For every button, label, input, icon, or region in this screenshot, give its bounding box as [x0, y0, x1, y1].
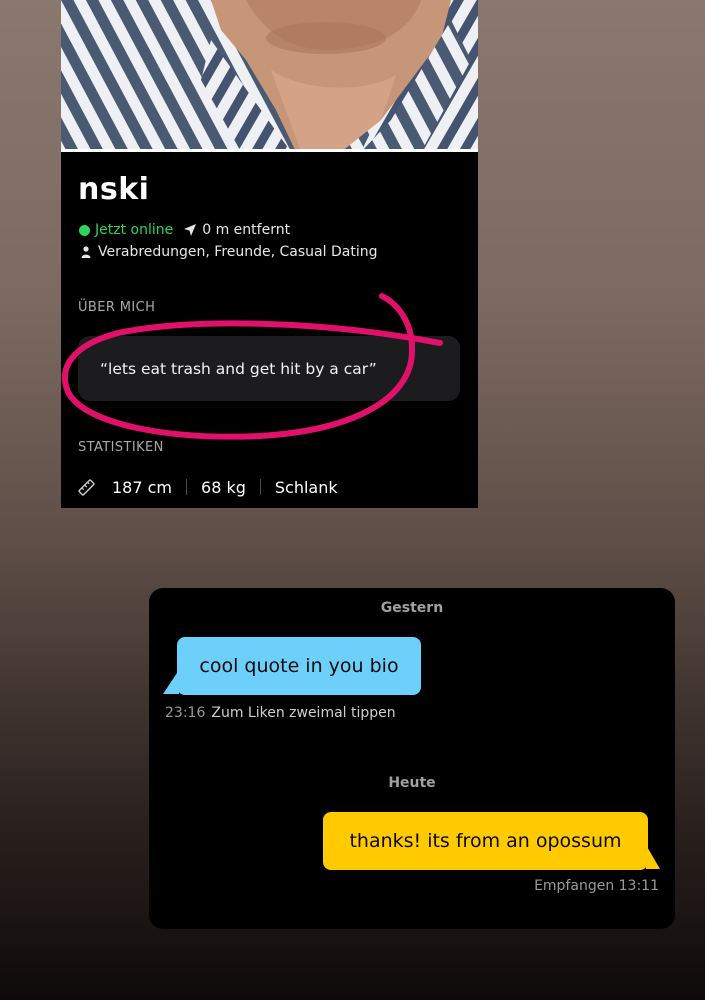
profile-name: nski [78, 172, 150, 207]
photo-divider [61, 149, 478, 152]
outgoing-message-bubble[interactable]: thanks! its from an opossum [323, 812, 648, 870]
outgoing-bubble-tail [646, 845, 660, 869]
stat-divider [259, 479, 261, 495]
about-section-label: ÜBER MICH [78, 300, 156, 315]
online-status: Jetzt online [95, 222, 174, 238]
stat-height: 187 cm [112, 477, 173, 497]
stats-row: 187 cm 68 kg Schlank [78, 477, 338, 497]
person-icon [81, 246, 91, 258]
profile-photo[interactable] [61, 0, 478, 152]
incoming-message-time: 23:16 [165, 705, 206, 721]
double-tap-like-hint[interactable]: Zum Liken zweimal tippen [211, 705, 395, 721]
ruler-icon [78, 478, 95, 496]
incoming-message-bubble[interactable]: cool quote in you bio [177, 637, 421, 695]
stat-weight: 68 kg [201, 477, 246, 497]
stat-body-type: Schlank [274, 477, 338, 497]
stats-section-label: STATISTIKEN [78, 440, 164, 455]
looking-for-text: Verabredungen, Freunde, Casual Dating [98, 244, 378, 260]
distance-text: 0 m entfernt [202, 222, 291, 238]
incoming-message-text: cool quote in you bio [199, 655, 399, 677]
day-separator-yesterday: Gestern [380, 600, 444, 616]
status-row: Jetzt online 0 m entfernt [79, 221, 290, 239]
online-indicator-icon [79, 224, 90, 236]
looking-for-row: Verabredungen, Freunde, Casual Dating [79, 243, 377, 261]
navigation-arrow-icon [184, 224, 197, 236]
chat-card: Gestern cool quote in you bio 23:16 Zum L… [149, 588, 675, 929]
profile-card: nski Jetzt online 0 m entfernt Verabredu… [61, 0, 478, 508]
outgoing-message-text: thanks! its from an opossum [349, 830, 622, 852]
bio-text: “lets eat trash and get hit by a car” [100, 359, 377, 378]
day-separator-today: Heute [388, 775, 436, 791]
stat-divider [186, 479, 188, 495]
incoming-message-meta: 23:16 Zum Liken zweimal tippen [165, 705, 396, 721]
bio-box: “lets eat trash and get hit by a car” [78, 336, 460, 401]
delivery-receipt: Empfangen 13:11 [534, 878, 659, 894]
